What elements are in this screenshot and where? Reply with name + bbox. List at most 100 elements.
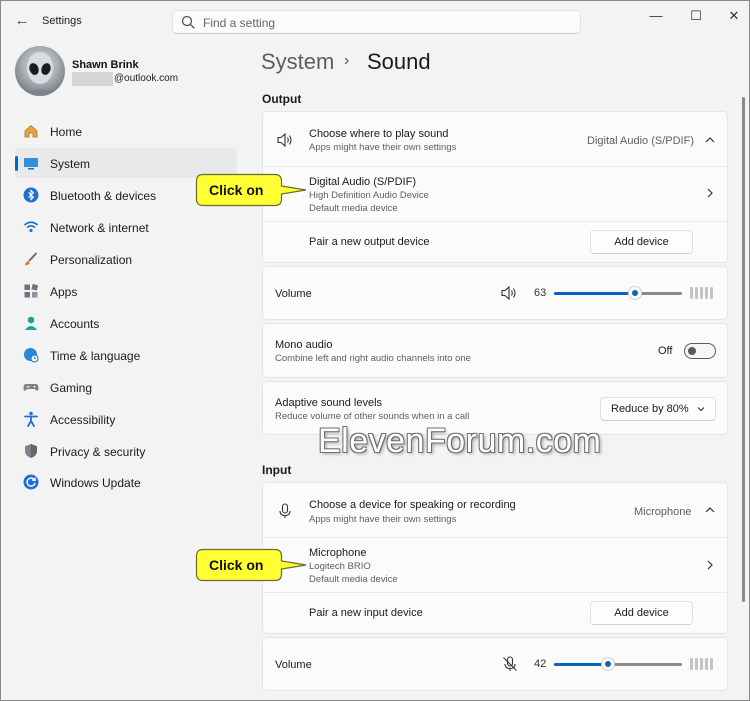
output-volume-slider[interactable] bbox=[554, 286, 682, 300]
chevron-right-icon bbox=[707, 188, 713, 198]
close-button[interactable]: ✕ bbox=[719, 6, 749, 26]
sidebar-item-accessibility[interactable]: Accessibility bbox=[15, 404, 237, 434]
output-device-default: Default media device bbox=[309, 203, 398, 214]
mono-audio-subtitle: Combine left and right audio channels in… bbox=[275, 353, 471, 364]
avatar[interactable] bbox=[15, 46, 65, 96]
chevron-down-icon bbox=[697, 407, 705, 412]
search-box[interactable] bbox=[172, 10, 581, 34]
sidebar-item-accounts[interactable]: Accounts bbox=[15, 308, 237, 338]
sidebar-item-apps[interactable]: Apps bbox=[15, 276, 237, 306]
slider-thumb[interactable] bbox=[600, 657, 615, 671]
callout-text: Click on bbox=[209, 557, 264, 573]
sidebar-item-network[interactable]: Network & internet bbox=[15, 212, 237, 242]
settings-window: ← Settings — ☐ ✕ Shawn Brink @outlook.co… bbox=[0, 0, 750, 701]
back-arrow-icon: ← bbox=[14, 12, 30, 29]
input-volume-value: 42 bbox=[534, 658, 547, 670]
minimize-button[interactable]: — bbox=[641, 6, 671, 26]
sidebar-item-label: Personalization bbox=[50, 253, 133, 267]
add-output-device-button[interactable]: Add device bbox=[590, 230, 693, 254]
slider-fill bbox=[554, 663, 608, 666]
microphone-muted-icon[interactable] bbox=[501, 655, 519, 673]
accessibility-icon bbox=[24, 411, 38, 427]
wifi-icon bbox=[23, 221, 39, 233]
chevron-right-icon bbox=[707, 560, 713, 570]
back-button[interactable]: ← bbox=[12, 12, 32, 30]
sidebar-item-windows-update[interactable]: Windows Update bbox=[15, 467, 237, 497]
globe-clock-icon bbox=[24, 348, 39, 363]
output-section-title: Output bbox=[262, 92, 302, 106]
divider bbox=[262, 537, 728, 538]
active-indicator bbox=[15, 156, 18, 171]
watermark: ElevenForum.com bbox=[318, 422, 602, 460]
mono-audio-state: Off bbox=[658, 345, 673, 357]
input-device-name: Microphone bbox=[309, 547, 367, 559]
mono-audio-title: Mono audio bbox=[275, 339, 333, 351]
divider bbox=[262, 221, 728, 222]
maximize-button[interactable]: ☐ bbox=[681, 6, 711, 26]
sidebar-item-label: Windows Update bbox=[50, 476, 141, 490]
breadcrumb-parent[interactable]: System bbox=[261, 49, 334, 75]
sidebar-item-label: Privacy & security bbox=[50, 445, 146, 459]
choose-input-title: Choose a device for speaking or recordin… bbox=[309, 499, 516, 511]
speaker-volume-icon[interactable] bbox=[500, 284, 518, 302]
choose-output-subtitle: Apps might have their own settings bbox=[309, 142, 457, 153]
app-title: Settings bbox=[42, 15, 82, 27]
person-icon bbox=[25, 316, 37, 330]
page-title: Sound bbox=[367, 49, 431, 74]
output-volume-value: 63 bbox=[534, 287, 547, 299]
pair-input-label: Pair a new input device bbox=[309, 607, 423, 619]
pair-output-label: Pair a new output device bbox=[309, 236, 430, 248]
adaptive-sound-dropdown[interactable]: Reduce by 80% bbox=[600, 397, 716, 421]
search-icon bbox=[181, 15, 195, 29]
output-device-driver: High Definition Audio Device bbox=[309, 190, 429, 201]
speaker-icon bbox=[277, 132, 292, 148]
divider bbox=[262, 592, 728, 593]
user-email: @outlook.com bbox=[114, 73, 179, 84]
add-input-device-button[interactable]: Add device bbox=[590, 601, 693, 625]
sidebar-item-home[interactable]: Home bbox=[15, 116, 237, 146]
sidebar-item-time-language[interactable]: Time & language bbox=[15, 340, 237, 370]
search-input[interactable] bbox=[203, 14, 563, 31]
input-volume-slider[interactable] bbox=[554, 657, 682, 671]
slider-fill bbox=[554, 292, 635, 295]
slider-thumb[interactable] bbox=[627, 286, 642, 300]
title-bar: ← Settings — ☐ ✕ bbox=[1, 1, 749, 41]
alien-avatar-icon bbox=[25, 52, 55, 96]
input-level-meter bbox=[690, 658, 713, 670]
sidebar-item-personalization[interactable]: Personalization bbox=[15, 244, 237, 274]
callout-text: Click on bbox=[209, 182, 264, 198]
home-icon bbox=[24, 124, 38, 138]
adaptive-sound-subtitle: Reduce volume of other sounds when in a … bbox=[275, 411, 470, 422]
output-volume-label: Volume bbox=[275, 288, 312, 300]
sidebar-item-label: Apps bbox=[50, 285, 78, 299]
callout-input-device: Click on bbox=[195, 548, 310, 582]
sidebar-item-label: System bbox=[50, 157, 91, 171]
mono-audio-toggle[interactable] bbox=[684, 343, 716, 359]
dropdown-selected: Reduce by 80% bbox=[611, 403, 689, 415]
sidebar-item-label: Accessibility bbox=[50, 413, 116, 427]
update-icon bbox=[23, 474, 39, 490]
input-device-model: Logitech BRIO bbox=[309, 561, 371, 572]
output-current-device: Digital Audio (S/PDIF) bbox=[587, 135, 694, 147]
sidebar-item-label: Time & language bbox=[50, 349, 141, 363]
chevron-up-icon bbox=[705, 507, 715, 513]
choose-input-subtitle: Apps might have their own settings bbox=[309, 514, 457, 525]
input-section-title: Input bbox=[262, 463, 292, 477]
bluetooth-icon bbox=[23, 187, 39, 203]
gamepad-icon bbox=[23, 384, 39, 391]
microphone-icon bbox=[279, 503, 291, 518]
toggle-knob bbox=[688, 347, 696, 355]
brush-icon bbox=[25, 252, 38, 266]
scrollbar[interactable] bbox=[742, 97, 745, 602]
sidebar-item-label: Home bbox=[50, 125, 83, 139]
output-device-name: Digital Audio (S/PDIF) bbox=[309, 176, 416, 188]
chevron-up-icon bbox=[705, 137, 715, 143]
sidebar-item-label: Bluetooth & devices bbox=[50, 189, 157, 203]
sidebar-item-privacy[interactable]: Privacy & security bbox=[15, 436, 237, 466]
email-redaction bbox=[72, 72, 113, 86]
output-level-meter bbox=[690, 287, 713, 299]
input-volume-label: Volume bbox=[275, 659, 312, 671]
input-current-device: Microphone bbox=[634, 506, 692, 518]
user-name: Shawn Brink bbox=[72, 59, 139, 71]
sidebar-item-gaming[interactable]: Gaming bbox=[15, 372, 237, 402]
